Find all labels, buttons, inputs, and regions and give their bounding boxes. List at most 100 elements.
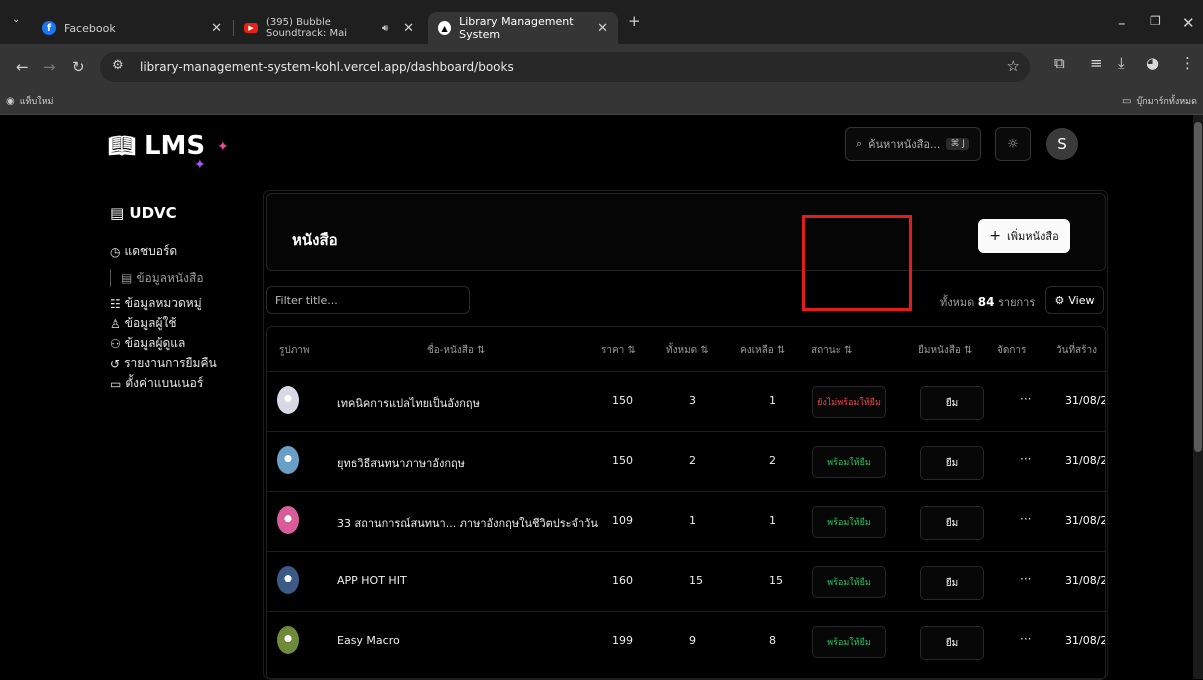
filter-placeholder: Filter title... [275, 293, 338, 307]
sidebar-item-admins[interactable]: ⚇ ข้อมูลผู้ดูแล [110, 334, 185, 353]
more-actions-icon[interactable]: ··· [1020, 512, 1031, 526]
page-title: หนังสือ [292, 231, 338, 249]
avatar[interactable]: S [1046, 128, 1078, 160]
back-icon[interactable]: ← [16, 58, 29, 76]
tab-search-icon[interactable]: ⌄ [12, 14, 20, 25]
more-actions-icon[interactable]: ··· [1020, 632, 1031, 646]
column-header-status[interactable]: สถานะ ⇅ [811, 343, 853, 358]
tab-library-management[interactable]: ▲ Library Management System ✕ [428, 12, 618, 44]
sidebar-item-borrow-report[interactable]: ↺ รายงานการยืมคืน [110, 354, 217, 373]
column-header-created[interactable]: วันที่สร้าง [1056, 343, 1097, 358]
user-icon: ♙ [110, 316, 121, 331]
reading-list-icon[interactable]: ≡ [1090, 54, 1103, 72]
book-icon: 📖︎ [108, 133, 136, 159]
new-tab-icon[interactable]: + [628, 12, 641, 30]
bookmark-star-icon[interactable]: ☆ [1007, 57, 1020, 75]
book-title: APP HOT HIT [337, 574, 407, 587]
book-total: 9 [689, 634, 696, 647]
status-badge: ยังไม่พร้อมให้ยืม [812, 386, 886, 418]
borrow-label: ยืม [945, 517, 959, 529]
book-cover-image [277, 506, 299, 534]
book-total: 15 [689, 574, 703, 587]
total-suffix: รายการ [997, 296, 1036, 309]
column-header-remaining[interactable]: คงเหลือ ⇅ [740, 343, 785, 358]
book-remaining: 2 [769, 454, 776, 467]
restore-icon[interactable]: ❐ [1150, 14, 1161, 28]
bookmark-new-tab[interactable]: ◉ แท็บใหม่ [6, 94, 53, 108]
app-logo[interactable]: 📖︎ LMS ✦ ✦ [108, 131, 229, 173]
created-date: 31/08/2 [1065, 574, 1106, 587]
plus-icon: + [989, 228, 1001, 244]
close-tab-icon[interactable]: ✕ [597, 21, 608, 36]
sidebar-item-users[interactable]: ♙ ข้อมูลผู้ใช้ [110, 314, 176, 333]
sidebar-item-label: ข้อมูลผู้ดูแล [124, 336, 186, 350]
extensions-icon[interactable]: ⧉ [1054, 54, 1065, 72]
audio-icon[interactable]: 🔊︎ [382, 23, 388, 34]
sun-icon: ☼ [1007, 136, 1019, 152]
borrow-button[interactable]: ยืม [920, 386, 984, 420]
borrow-label: ยืม [945, 397, 959, 409]
more-actions-icon[interactable]: ··· [1020, 572, 1031, 586]
more-actions-icon[interactable]: ··· [1020, 392, 1031, 406]
status-badge: พร้อมให้ยืม [812, 446, 886, 478]
view-options-button[interactable]: ⚙ View [1045, 286, 1104, 314]
site-info-icon[interactable]: ⚙ [112, 58, 124, 73]
all-bookmarks[interactable]: ▭ บุ๊กมาร์กทั้งหมด [1122, 94, 1197, 108]
sidebar-item-label: ข้อมูลผู้ใช้ [124, 316, 177, 330]
status-highlight-box [802, 215, 912, 311]
table-row: 33 สถานการณ์สนทนา... ภาษาอังกฤษในชีวิตปร… [267, 491, 1106, 551]
address-bar[interactable]: ⚙ library-management-system-kohl.vercel.… [100, 52, 1030, 82]
column-header-borrow[interactable]: ยืมหนังสือ ⇅ [918, 343, 972, 358]
borrow-button[interactable]: ยืม [920, 446, 984, 480]
book-price: 199 [612, 634, 633, 647]
created-date: 31/08/2 [1065, 514, 1106, 527]
history-icon: ↺ [110, 356, 121, 371]
sidebar-item-banner-settings[interactable]: ▭ ตั้งค่าแบนเนอร์ [110, 374, 203, 393]
status-badge: พร้อมให้ยืม [812, 566, 886, 598]
total-count: ทั้งหมด 84 รายการ [940, 293, 1035, 311]
book-remaining: 1 [769, 514, 776, 527]
status-text: พร้อมให้ยืม [827, 518, 871, 528]
borrow-button[interactable]: ยืม [920, 506, 984, 540]
tab-facebook[interactable]: f Facebook ✕ [32, 12, 232, 44]
forward-icon[interactable]: → [43, 58, 56, 76]
page-content: 📖︎ LMS ✦ ✦ ⌕ ค้นหาหนังสือ... ⌘ J ☼ S ▤ U… [0, 115, 1193, 680]
minimize-icon[interactable]: – [1118, 14, 1126, 32]
status-badge: พร้อมให้ยืม [812, 626, 886, 658]
borrow-label: ยืม [945, 577, 959, 589]
close-tab-icon[interactable]: ✕ [211, 21, 222, 36]
sidebar-item-categories[interactable]: ☷ ข้อมูลหมวดหมู่ [110, 294, 202, 313]
filter-title-input[interactable]: Filter title... [266, 286, 470, 314]
status-badge: พร้อมให้ยืม [812, 506, 886, 538]
close-window-icon[interactable]: ✕ [1182, 14, 1195, 32]
scrollbar-thumb[interactable] [1194, 122, 1202, 452]
tab-title: Library Management System [459, 15, 574, 41]
theme-toggle-button[interactable]: ☼ [995, 127, 1031, 161]
borrow-button[interactable]: ยืม [920, 626, 984, 660]
search-button[interactable]: ⌕ ค้นหาหนังสือ... ⌘ J [845, 127, 981, 161]
sidebar-item-label: รายงานการยืมคืน [124, 356, 217, 370]
more-actions-icon[interactable]: ··· [1020, 452, 1031, 466]
tab-youtube[interactable]: ▶ (395) Bubble Soundtrack: Mai 🔊︎ ✕ [234, 12, 424, 44]
sidebar-item-books[interactable]: ▤ ข้อมูลหนังสือ [110, 269, 204, 287]
book-cover-image [277, 566, 299, 594]
book-remaining: 8 [769, 634, 776, 647]
column-header-title[interactable]: ชื่อ-หนังสือ ⇅ [427, 343, 485, 358]
column-header-price[interactable]: ราคา ⇅ [601, 343, 636, 358]
sidebar-item-dashboard[interactable]: ◷ แดชบอร์ด [110, 242, 177, 261]
book-remaining: 1 [769, 394, 776, 407]
menu-icon[interactable]: ⋮ [1180, 54, 1195, 72]
column-header-total[interactable]: ทั้งหมด ⇅ [666, 343, 709, 358]
download-icon[interactable]: ⤓ [1118, 54, 1125, 72]
reload-icon[interactable]: ↻ [72, 58, 85, 76]
youtube-icon: ▶ [244, 23, 258, 33]
facebook-icon: f [42, 21, 56, 35]
borrow-button[interactable]: ยืม [920, 566, 984, 600]
book-cover-image [277, 386, 299, 414]
sparkle-icon: ✦ [194, 157, 206, 173]
file-icon: ▤ [121, 271, 133, 285]
book-price: 160 [612, 574, 633, 587]
profile-icon[interactable]: ◕ [1146, 54, 1159, 72]
add-book-button[interactable]: + เพิ่มหนังสือ [978, 219, 1070, 253]
close-tab-icon[interactable]: ✕ [403, 21, 414, 36]
